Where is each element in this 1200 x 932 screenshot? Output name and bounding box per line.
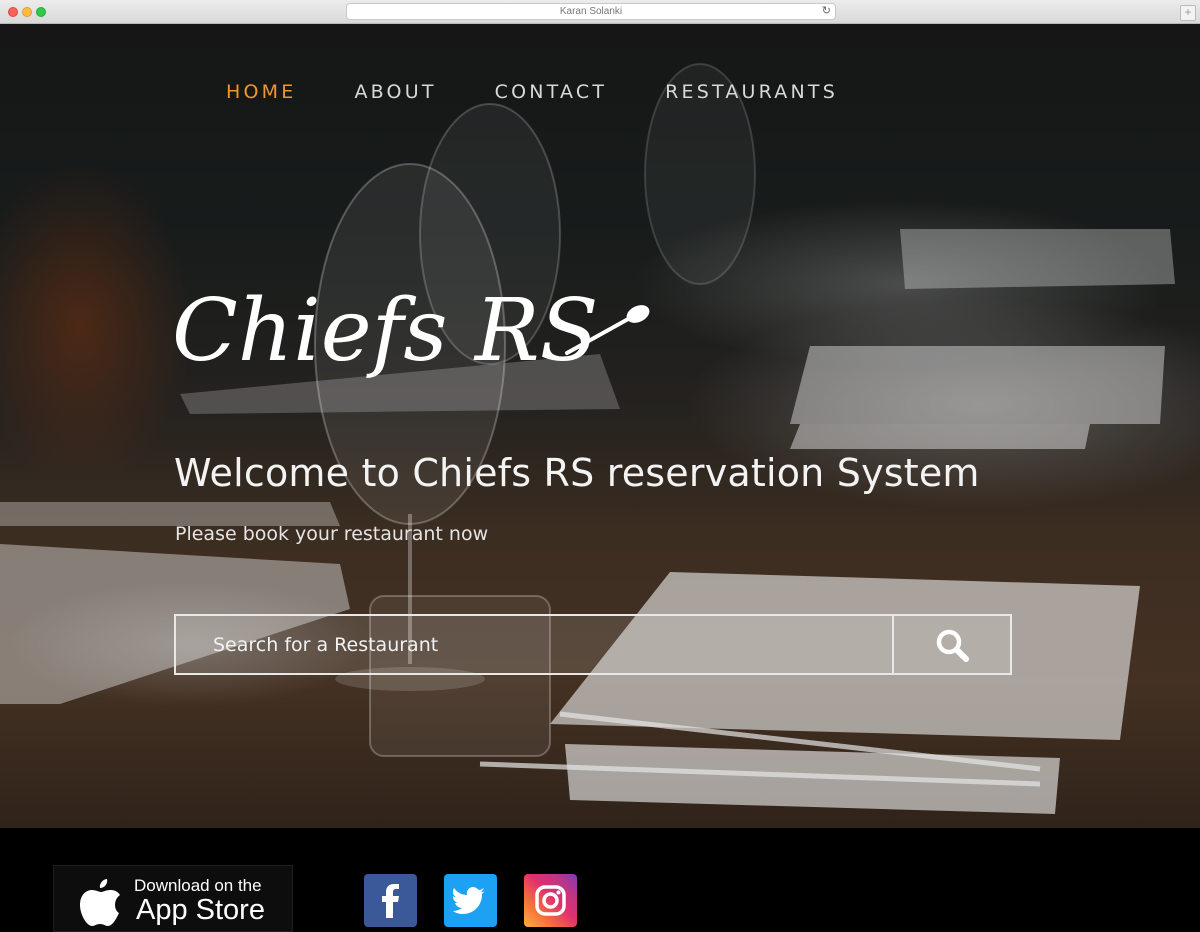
nav-about[interactable]: ABOUT [354, 81, 436, 103]
maximize-window-button[interactable] [36, 7, 46, 17]
logo-text: Chiefs RS [172, 281, 599, 381]
footer: Download on the App Store [0, 828, 1200, 932]
reload-icon[interactable]: ↻ [822, 4, 831, 19]
twitter-link[interactable] [444, 874, 497, 927]
minimize-window-button[interactable] [22, 7, 32, 17]
instagram-icon [535, 885, 566, 916]
search-icon [936, 629, 969, 662]
instagram-link[interactable] [524, 874, 577, 927]
welcome-heading: Welcome to Chiefs RS reservation System [174, 451, 980, 495]
nav-contact[interactable]: CONTACT [495, 81, 608, 103]
main-nav: HOME ABOUT CONTACT RESTAURANTS [226, 81, 896, 103]
restaurant-background-image [0, 63, 1175, 814]
chiefs-rs-logo: Chiefs RS [172, 268, 662, 403]
facebook-icon [382, 884, 399, 918]
nav-restaurants[interactable]: RESTAURANTS [665, 81, 838, 103]
browser-chrome: Karan Solanki ↻ + [0, 0, 1200, 24]
facebook-link[interactable] [364, 874, 417, 927]
apple-icon [80, 879, 120, 926]
nav-home[interactable]: HOME [226, 81, 296, 103]
app-store-line2: App Store [136, 894, 265, 926]
welcome-subtitle: Please book your restaurant now [175, 523, 489, 545]
twitter-icon [452, 887, 485, 914]
search-input[interactable] [176, 616, 892, 673]
hero-section: HOME ABOUT CONTACT RESTAURANTS Chiefs RS… [0, 24, 1200, 828]
restaurant-search-bar [174, 614, 1012, 675]
app-store-line1: Download on the [134, 876, 262, 895]
app-store-badge[interactable]: Download on the App Store [53, 865, 293, 932]
close-window-button[interactable] [8, 7, 18, 17]
address-bar-text: Karan Solanki [559, 6, 623, 17]
search-button[interactable] [892, 616, 1010, 673]
address-bar[interactable]: Karan Solanki ↻ [346, 3, 836, 20]
new-tab-button[interactable]: + [1180, 5, 1196, 21]
